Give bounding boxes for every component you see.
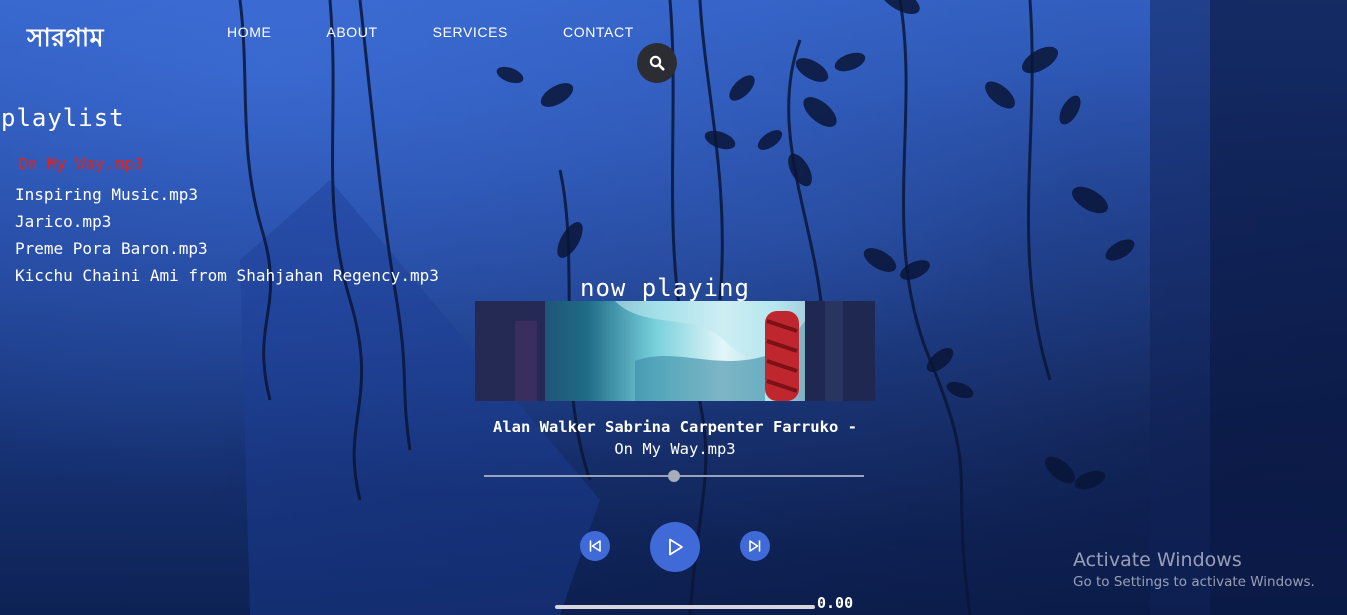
playlist-heading: playlist xyxy=(1,104,125,132)
seek-thumb[interactable] xyxy=(668,470,680,482)
playlist-item[interactable]: Jarico.mp3 xyxy=(15,208,439,235)
nav-contact[interactable]: CONTACT xyxy=(563,24,634,40)
playlist-item-active[interactable]: On My Way.mp3 xyxy=(15,150,439,177)
skip-previous-icon xyxy=(589,540,601,552)
watermark-subtitle: Go to Settings to activate Windows. xyxy=(1073,574,1315,590)
volume-slider[interactable] xyxy=(555,605,815,609)
playlist: On My Way.mp3 Inspiring Music.mp3 Jarico… xyxy=(15,152,439,289)
song-title: Alan Walker Sabrina Carpenter Farruko - … xyxy=(475,416,875,460)
search-icon xyxy=(649,55,665,71)
play-button[interactable] xyxy=(650,522,700,572)
seek-slider[interactable] xyxy=(484,470,864,482)
search-button[interactable] xyxy=(637,43,677,83)
prev-button[interactable] xyxy=(580,531,610,561)
album-art xyxy=(475,301,875,401)
now-playing-heading: now playing xyxy=(580,274,750,302)
playlist-item[interactable]: Inspiring Music.mp3 xyxy=(15,181,439,208)
windows-activation-watermark: Activate Windows Go to Settings to activ… xyxy=(1073,549,1315,590)
site-logo[interactable]: সারগাম xyxy=(27,18,104,61)
skip-next-icon xyxy=(749,540,761,552)
playlist-item[interactable]: Preme Pora Baron.mp3 xyxy=(15,235,439,262)
song-artist: Alan Walker Sabrina Carpenter Farruko - xyxy=(493,418,857,436)
nav-about[interactable]: ABOUT xyxy=(326,24,377,40)
song-track-name: On My Way.mp3 xyxy=(614,440,736,458)
watermark-title: Activate Windows xyxy=(1073,549,1242,571)
main-nav: HOME ABOUT SERVICES CONTACT xyxy=(227,24,634,40)
nav-services[interactable]: SERVICES xyxy=(433,24,508,40)
play-icon xyxy=(669,538,683,556)
nav-home[interactable]: HOME xyxy=(227,24,271,40)
time-display: 0.00 xyxy=(817,594,854,612)
next-button[interactable] xyxy=(740,531,770,561)
playlist-item[interactable]: Kicchu Chaini Ami from Shahjahan Regency… xyxy=(15,262,439,289)
